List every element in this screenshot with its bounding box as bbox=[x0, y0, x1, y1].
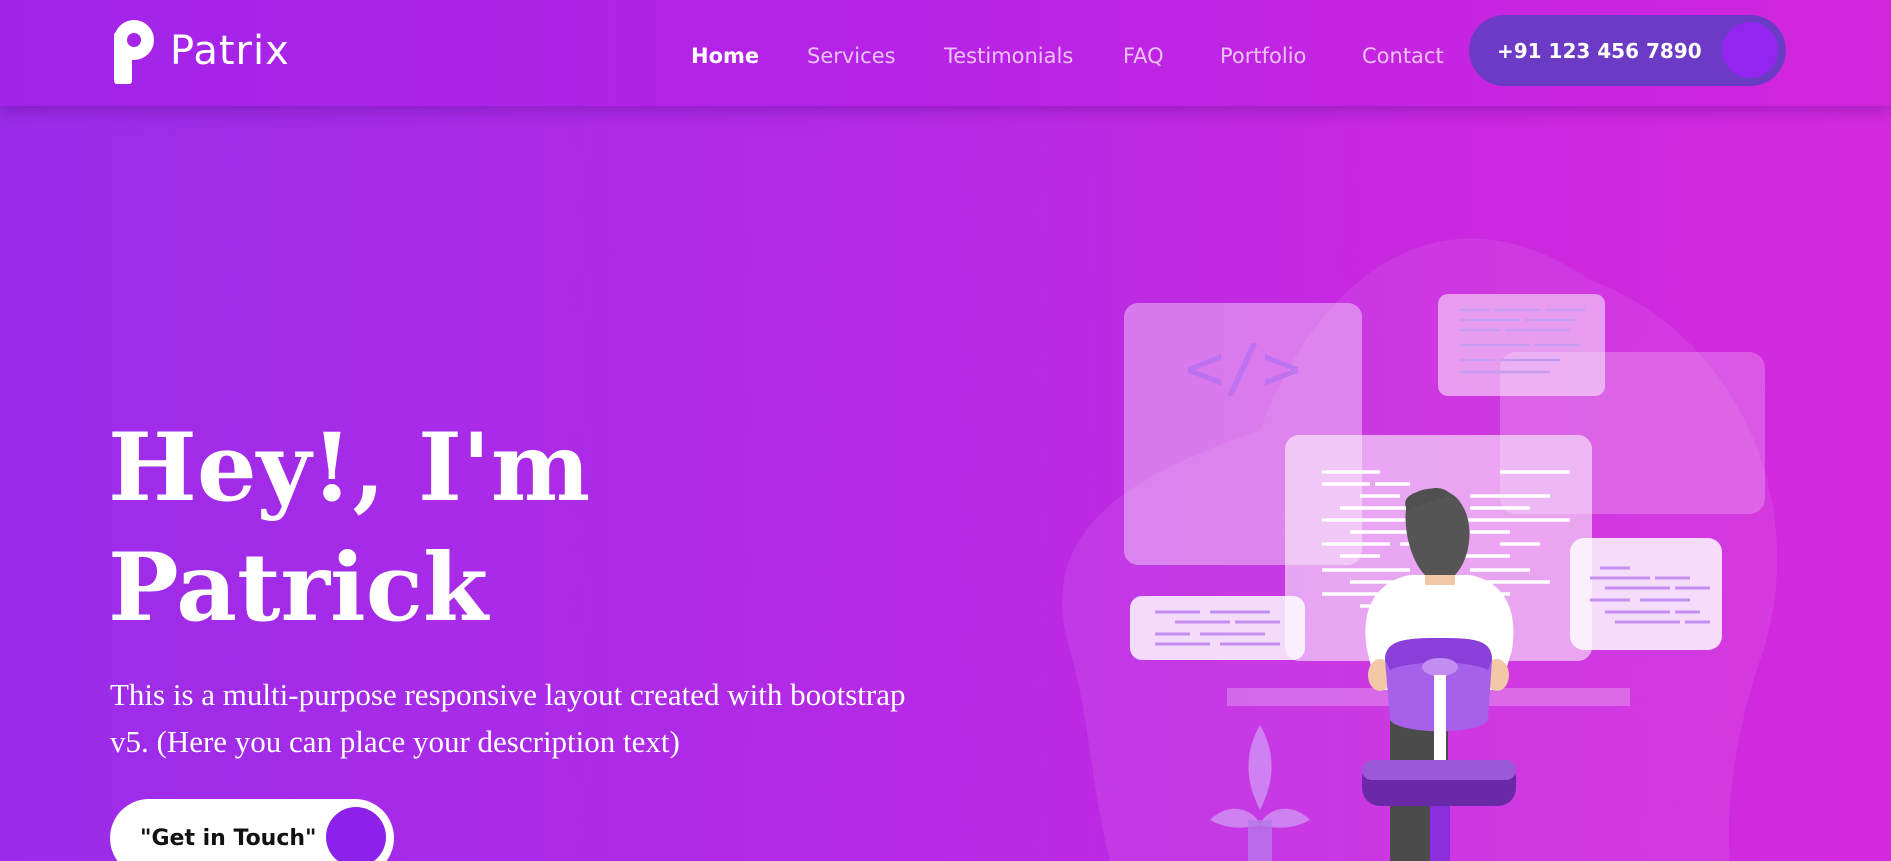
get-in-touch-button[interactable]: "Get in Touch" bbox=[110, 799, 394, 861]
code-symbol-icon: </> bbox=[1185, 332, 1301, 406]
nav-testimonials[interactable]: Testimonials bbox=[944, 44, 1073, 68]
nav-faq[interactable]: FAQ bbox=[1123, 44, 1164, 68]
phone-button-circle bbox=[1722, 22, 1778, 78]
logo[interactable]: Patrix bbox=[112, 18, 290, 84]
developer-illustration: </> bbox=[1062, 238, 1778, 861]
nav-services[interactable]: Services bbox=[807, 44, 896, 68]
get-in-touch-label: "Get in Touch" bbox=[140, 825, 317, 851]
brand-name: Patrix bbox=[170, 28, 290, 74]
code-card-left bbox=[1130, 596, 1305, 660]
phone-number: +91 123 456 7890 bbox=[1497, 38, 1702, 63]
nav-portfolio[interactable]: Portfolio bbox=[1220, 44, 1306, 68]
hero-title: Hey!, I'm Patrick bbox=[108, 408, 590, 648]
hero-description: This is a multi-purpose responsive layou… bbox=[110, 677, 906, 759]
hero-title-line2: Patrick bbox=[108, 533, 489, 643]
navbar: Patrix Home Services Testimonials FAQ Po… bbox=[0, 0, 1891, 106]
get-in-touch-circle bbox=[326, 807, 386, 861]
phone-button[interactable]: +91 123 456 7890 bbox=[1469, 15, 1786, 86]
logo-icon bbox=[114, 20, 154, 84]
nav-contact[interactable]: Contact bbox=[1362, 44, 1444, 68]
nav-home[interactable]: Home bbox=[691, 44, 759, 68]
hero-title-line1: Hey!, I'm bbox=[108, 413, 591, 523]
code-card-right bbox=[1570, 538, 1722, 650]
